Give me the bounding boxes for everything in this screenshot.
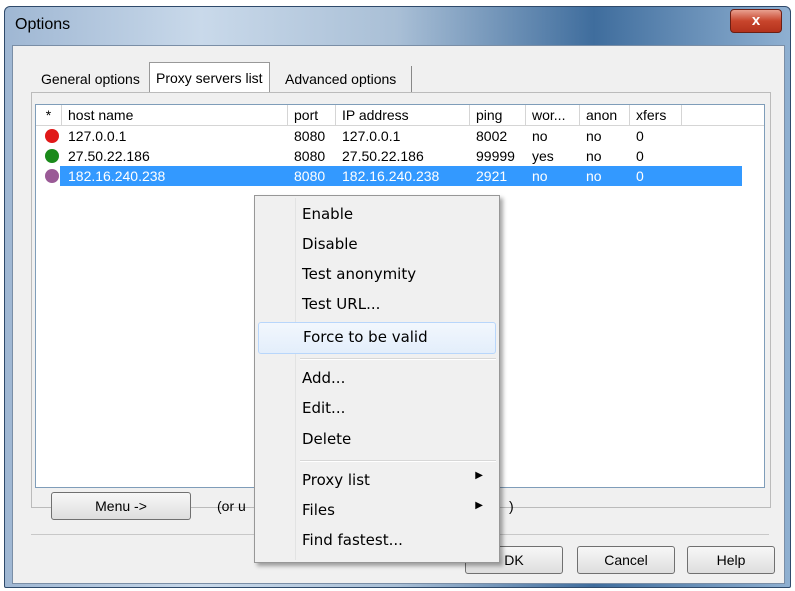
cell-ping: 8002 [476, 128, 508, 144]
submenu-arrow-icon: ▶ [475, 470, 483, 481]
column-header-working[interactable]: wor... [526, 105, 580, 125]
table-row[interactable]: 27.50.22.186 8080 27.50.22.186 99999 yes… [36, 146, 764, 166]
cell-working: no [532, 168, 548, 184]
window-title: Options [15, 16, 71, 33]
cancel-button[interactable]: Cancel [577, 546, 675, 574]
tab-proxy-servers-list[interactable]: Proxy servers list [149, 62, 270, 93]
menu-item-label: Delete [302, 430, 352, 448]
menu-item-label: Disable [302, 235, 358, 253]
list-header: * host name port IP address ping wor... … [36, 105, 764, 126]
menu-item-label: Find fastest... [302, 531, 403, 549]
menu-item-enable[interactable]: Enable [255, 200, 499, 230]
menu-separator [300, 358, 496, 360]
menu-item-find-fastest[interactable]: Find fastest... [255, 526, 499, 556]
menu-item-label: Force to be valid [303, 328, 428, 346]
cell-anon: no [586, 148, 602, 164]
menu-item-disable[interactable]: Disable [255, 230, 499, 260]
cell-host: 127.0.0.1 [68, 128, 127, 144]
column-header-ip-address[interactable]: IP address [336, 105, 470, 125]
menu-item-edit[interactable]: Edit... [255, 394, 499, 424]
cell-port: 8080 [294, 128, 326, 144]
cell-working: no [532, 128, 548, 144]
menu-separator [300, 460, 496, 462]
cell-ping: 99999 [476, 148, 515, 164]
menu-item-label: Edit... [302, 399, 346, 417]
menu-hint-text-end: ) [509, 498, 514, 514]
tab-general-options[interactable]: General options [35, 66, 146, 92]
submenu-arrow-icon: ▶ [475, 500, 483, 511]
cell-xfers: 0 [636, 168, 644, 184]
menu-item-add[interactable]: Add... [255, 364, 499, 394]
menu-button[interactable]: Menu -> [51, 492, 191, 520]
menu-item-label: Files [302, 501, 335, 519]
status-dot-icon [45, 169, 59, 183]
menu-item-test-anonymity[interactable]: Test anonymity [255, 260, 499, 290]
column-header-port[interactable]: port [288, 105, 336, 125]
column-header-host-name[interactable]: host name [62, 105, 288, 125]
table-row[interactable]: 127.0.0.1 8080 127.0.0.1 8002 no no 0 [36, 126, 764, 146]
column-header-ping[interactable]: ping [470, 105, 526, 125]
status-dot-icon [45, 129, 59, 143]
menu-item-test-url[interactable]: Test URL... [255, 290, 499, 320]
tab-divider [411, 66, 412, 92]
menu-item-label: Test anonymity [302, 265, 417, 283]
menu-item-label: Test URL... [302, 295, 381, 313]
cell-working: yes [532, 148, 554, 164]
column-header-anon[interactable]: anon [580, 105, 630, 125]
menu-item-label: Enable [302, 205, 354, 223]
table-row-selected[interactable]: 182.16.240.238 8080 182.16.240.238 2921 … [36, 166, 764, 186]
title-bar[interactable]: Options x [5, 7, 790, 45]
menu-item-proxy-list[interactable]: Proxy list ▶ [255, 466, 499, 496]
column-header-xfers[interactable]: xfers [630, 105, 682, 125]
menu-item-force-to-be-valid[interactable]: Force to be valid [258, 322, 496, 354]
menu-hint-text: (or u [217, 498, 246, 514]
close-button[interactable]: x [730, 9, 782, 33]
cell-xfers: 0 [636, 148, 644, 164]
cell-ip: 127.0.0.1 [342, 128, 401, 144]
cell-anon: no [586, 168, 602, 184]
menu-item-delete[interactable]: Delete [255, 425, 499, 455]
cell-ping: 2921 [476, 168, 508, 184]
help-button[interactable]: Help [687, 546, 775, 574]
cell-host: 27.50.22.186 [68, 148, 150, 164]
cell-ip: 27.50.22.186 [342, 148, 424, 164]
cell-host: 182.16.240.238 [68, 168, 166, 184]
tab-advanced-options[interactable]: Advanced options [279, 66, 402, 92]
cell-xfers: 0 [636, 128, 644, 144]
menu-item-files[interactable]: Files ▶ [255, 496, 499, 526]
cell-port: 8080 [294, 168, 326, 184]
menu-item-label: Add... [302, 369, 346, 387]
cell-port: 8080 [294, 148, 326, 164]
cell-ip: 182.16.240.238 [342, 168, 440, 184]
context-menu: Enable Disable Test anonymity Test URL..… [254, 195, 500, 563]
column-header-status[interactable]: * [36, 105, 62, 125]
menu-item-label: Proxy list [302, 471, 370, 489]
status-dot-icon [45, 149, 59, 163]
cell-anon: no [586, 128, 602, 144]
